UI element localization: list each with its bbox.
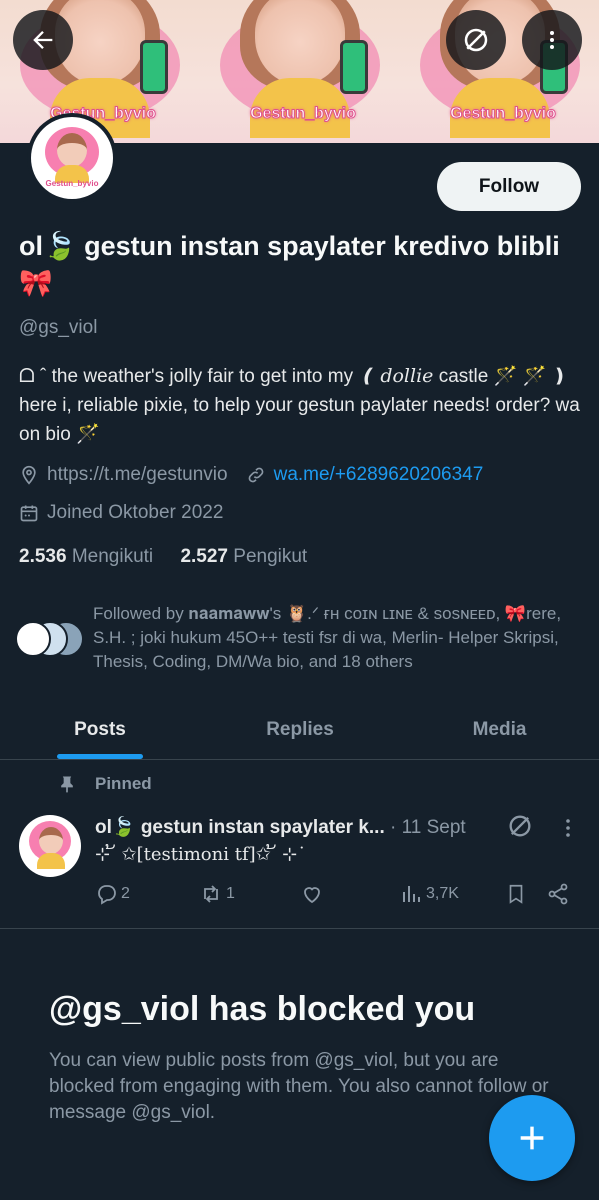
post-avatar[interactable] bbox=[19, 815, 81, 877]
blocked-title: @gs_viol has blocked you bbox=[49, 990, 476, 1028]
profile-name: ol🍃 gestun instan spaylater kredivo blib… bbox=[19, 231, 560, 298]
heart-icon bbox=[304, 887, 320, 904]
follower-avatar bbox=[15, 621, 51, 657]
post-header[interactable]: ol🍃 gestun instan spaylater k... · 11 Se… bbox=[95, 815, 466, 839]
follow-counts: 2.536 Mengikuti 2.527 Pengikut bbox=[19, 546, 307, 568]
following-link[interactable]: 2.536 Mengikuti bbox=[19, 546, 153, 567]
views-action[interactable]: 3,7K bbox=[400, 882, 459, 906]
profile-tabs: Posts Replies Media bbox=[0, 700, 599, 760]
bookmark-icon bbox=[509, 884, 523, 904]
reply-action[interactable]: 2 bbox=[95, 882, 130, 906]
location-text: https://t.me/gestunvio bbox=[47, 464, 228, 485]
views-icon bbox=[403, 886, 420, 902]
bookmark-action[interactable] bbox=[505, 882, 527, 906]
tab-posts[interactable]: Posts bbox=[0, 700, 200, 759]
post-more-icon[interactable] bbox=[556, 816, 580, 840]
profile-links-row: https://t.me/gestunvio wa.me/+6289620206… bbox=[19, 464, 483, 486]
tab-media[interactable]: Media bbox=[400, 700, 599, 759]
website-link[interactable]: wa.me/+6289620206347 bbox=[274, 464, 484, 486]
repost-icon bbox=[204, 885, 218, 903]
joined-date: Joined Oktober 2022 bbox=[47, 502, 224, 523]
blocked-status-button[interactable] bbox=[446, 10, 506, 70]
pinned-label: Pinned bbox=[57, 774, 152, 794]
like-action[interactable] bbox=[300, 882, 324, 906]
avatar-label: Gestun_byvio bbox=[45, 179, 99, 188]
share-icon bbox=[548, 883, 568, 905]
back-button[interactable] bbox=[13, 10, 73, 70]
tab-replies[interactable]: Replies bbox=[200, 700, 400, 759]
link-icon bbox=[248, 467, 263, 483]
active-tab-indicator bbox=[57, 754, 143, 759]
follow-button[interactable]: Follow bbox=[437, 162, 581, 211]
post-text: ⊹ ້ ✩[testimoni tf]✩ ້ ⊹˙ bbox=[95, 844, 307, 865]
followers-link[interactable]: 2.527 Pengikut bbox=[180, 546, 307, 567]
profile-avatar[interactable]: Gestun_byvio bbox=[27, 113, 117, 203]
joined-row: Joined Oktober 2022 bbox=[19, 502, 223, 524]
banner-tile: Gestun_byvio bbox=[200, 0, 400, 143]
blocked-icon bbox=[509, 815, 531, 837]
profile-handle: @gs_viol bbox=[19, 317, 98, 338]
plus-icon bbox=[520, 1126, 544, 1150]
section-divider bbox=[0, 928, 599, 929]
reply-icon bbox=[98, 885, 116, 905]
more-vertical-icon bbox=[550, 31, 554, 49]
post-date: · 11 Sept bbox=[390, 817, 466, 838]
share-action[interactable] bbox=[546, 882, 570, 906]
profile-bio: ᗝ ˆ the weather's jolly fair to get into… bbox=[19, 365, 580, 445]
followed-by-text[interactable]: Followed by 𝐧𝐚𝐚𝐦𝐚𝐰𝐰's 🦉.ᐟ ғʜ ᴄᴏɪɴ ʟɪɴᴇ &… bbox=[93, 602, 583, 674]
blocked-description: You can view public posts from @gs_viol,… bbox=[49, 1050, 549, 1123]
post-author: ol🍃 gestun instan spaylater k... bbox=[95, 817, 385, 838]
location-pin-icon bbox=[22, 465, 36, 485]
compose-post-button[interactable] bbox=[489, 1095, 575, 1181]
more-options-button[interactable] bbox=[522, 10, 582, 70]
repost-action[interactable]: 1 bbox=[198, 882, 235, 906]
calendar-icon bbox=[20, 505, 38, 522]
pin-icon bbox=[61, 776, 73, 793]
back-arrow-icon bbox=[33, 31, 53, 49]
blocked-icon bbox=[464, 28, 488, 52]
